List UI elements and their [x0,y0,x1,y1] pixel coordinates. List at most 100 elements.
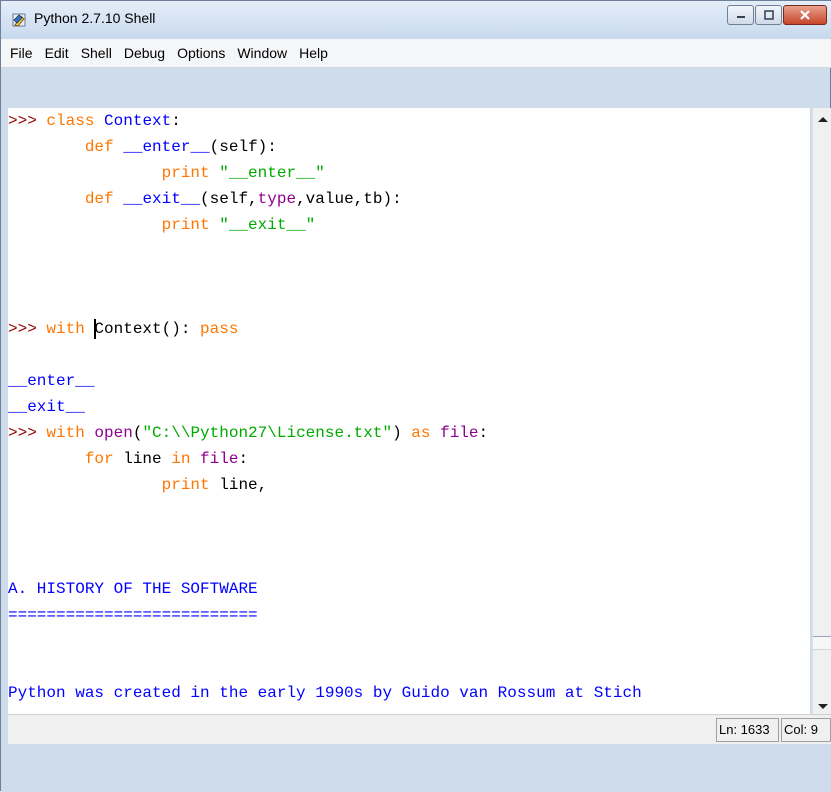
shell-line: for line in file: [8,446,642,472]
code-token: with [46,424,85,442]
menu-debug[interactable]: Debug [119,45,170,61]
scroll-down-button[interactable] [813,696,831,716]
code-token: ,value,tb): [296,190,402,208]
shell-line: print "__exit__" [8,212,642,238]
code-token: def [84,190,114,208]
title-bar[interactable]: Python 2.7.10 Shell [1,1,831,39]
code-token: Context [104,112,172,130]
code-token: >>> [8,424,47,442]
python-shell-window: Python 2.7.10 Shell File Edit Shell Debu… [0,0,831,792]
menu-shell[interactable]: Shell [76,45,117,61]
window-title: Python 2.7.10 Shell [34,10,156,26]
scroll-up-button[interactable] [813,110,831,130]
code-token: Context(): [94,320,201,338]
code-token: print [161,476,210,494]
code-token: open [94,424,133,442]
code-token: : [478,424,489,442]
code-token: type [257,190,297,208]
code-token: __enter__ [123,138,210,156]
code-token: "C:\\Python27\License.txt" [142,424,393,442]
arrow-up-icon [813,117,831,134]
python-shell-icon [11,11,29,29]
code-token: as [411,424,431,442]
code-token: line, [209,476,268,494]
code-token: ( [132,424,143,442]
menu-bar: File Edit Shell Debug Options Window Hel… [1,39,831,68]
shell-line: >>> with Context(): pass [8,316,642,342]
scrollbar-thumb[interactable] [813,636,831,650]
shell-line: Python was created in the early 1990s by… [8,680,642,706]
code-token: for [84,450,114,468]
minimize-icon [728,6,753,24]
code-token: (self, [200,190,258,208]
window-controls [727,5,827,25]
menu-edit[interactable]: Edit [40,45,74,61]
code-token: __enter__ [8,372,95,390]
shell-text-area[interactable]: >>> class Context: def __enter__(self): … [8,108,810,714]
code-token: "__exit__" [219,216,316,234]
code-token: line [113,450,172,468]
code-token: ========================== [8,606,258,624]
code-token: ) [392,424,412,442]
shell-line: >>> with open("C:\\Python27\License.txt"… [8,420,642,446]
code-token: pass [200,320,239,338]
shell-line: def __exit__(self,type,value,tb): [8,186,642,212]
code-token: class [46,112,95,130]
close-icon [784,6,826,24]
shell-line: __enter__ [8,368,642,394]
code-token: print [161,216,210,234]
line-indicator: Ln: 1633 [716,718,779,742]
code-token: in [171,450,191,468]
vertical-scrollbar[interactable] [812,108,831,716]
shell-line: __exit__ [8,394,642,420]
code-token: file [440,424,479,442]
shell-output[interactable]: >>> class Context: def __enter__(self): … [8,108,642,706]
shell-line: ========================== [8,602,642,628]
maximize-button[interactable] [755,5,782,25]
menu-file[interactable]: File [5,45,38,61]
code-token: >>> [8,112,47,130]
menu-options[interactable]: Options [172,45,230,61]
code-token: : [238,450,249,468]
shell-line: print line, [8,472,642,498]
code-token: (self): [209,138,277,156]
code-token: : [171,112,181,130]
status-bar: Ln: 1633 Col: 9 [8,714,831,745]
close-button[interactable] [783,5,827,25]
code-token: print [161,164,210,182]
shell-line: print "__enter__" [8,160,642,186]
window-bottom-frame [1,744,831,792]
minimize-button[interactable] [727,5,754,25]
column-indicator: Col: 9 [781,718,831,742]
code-token: "__enter__" [219,164,325,182]
code-token: __exit__ [123,190,201,208]
code-token: with [46,320,85,338]
menu-help[interactable]: Help [294,45,333,61]
menu-window[interactable]: Window [232,45,292,61]
code-token: file [200,450,239,468]
maximize-icon [756,6,781,24]
shell-line: >>> class Context: [8,108,642,134]
code-token: >>> [8,320,47,338]
